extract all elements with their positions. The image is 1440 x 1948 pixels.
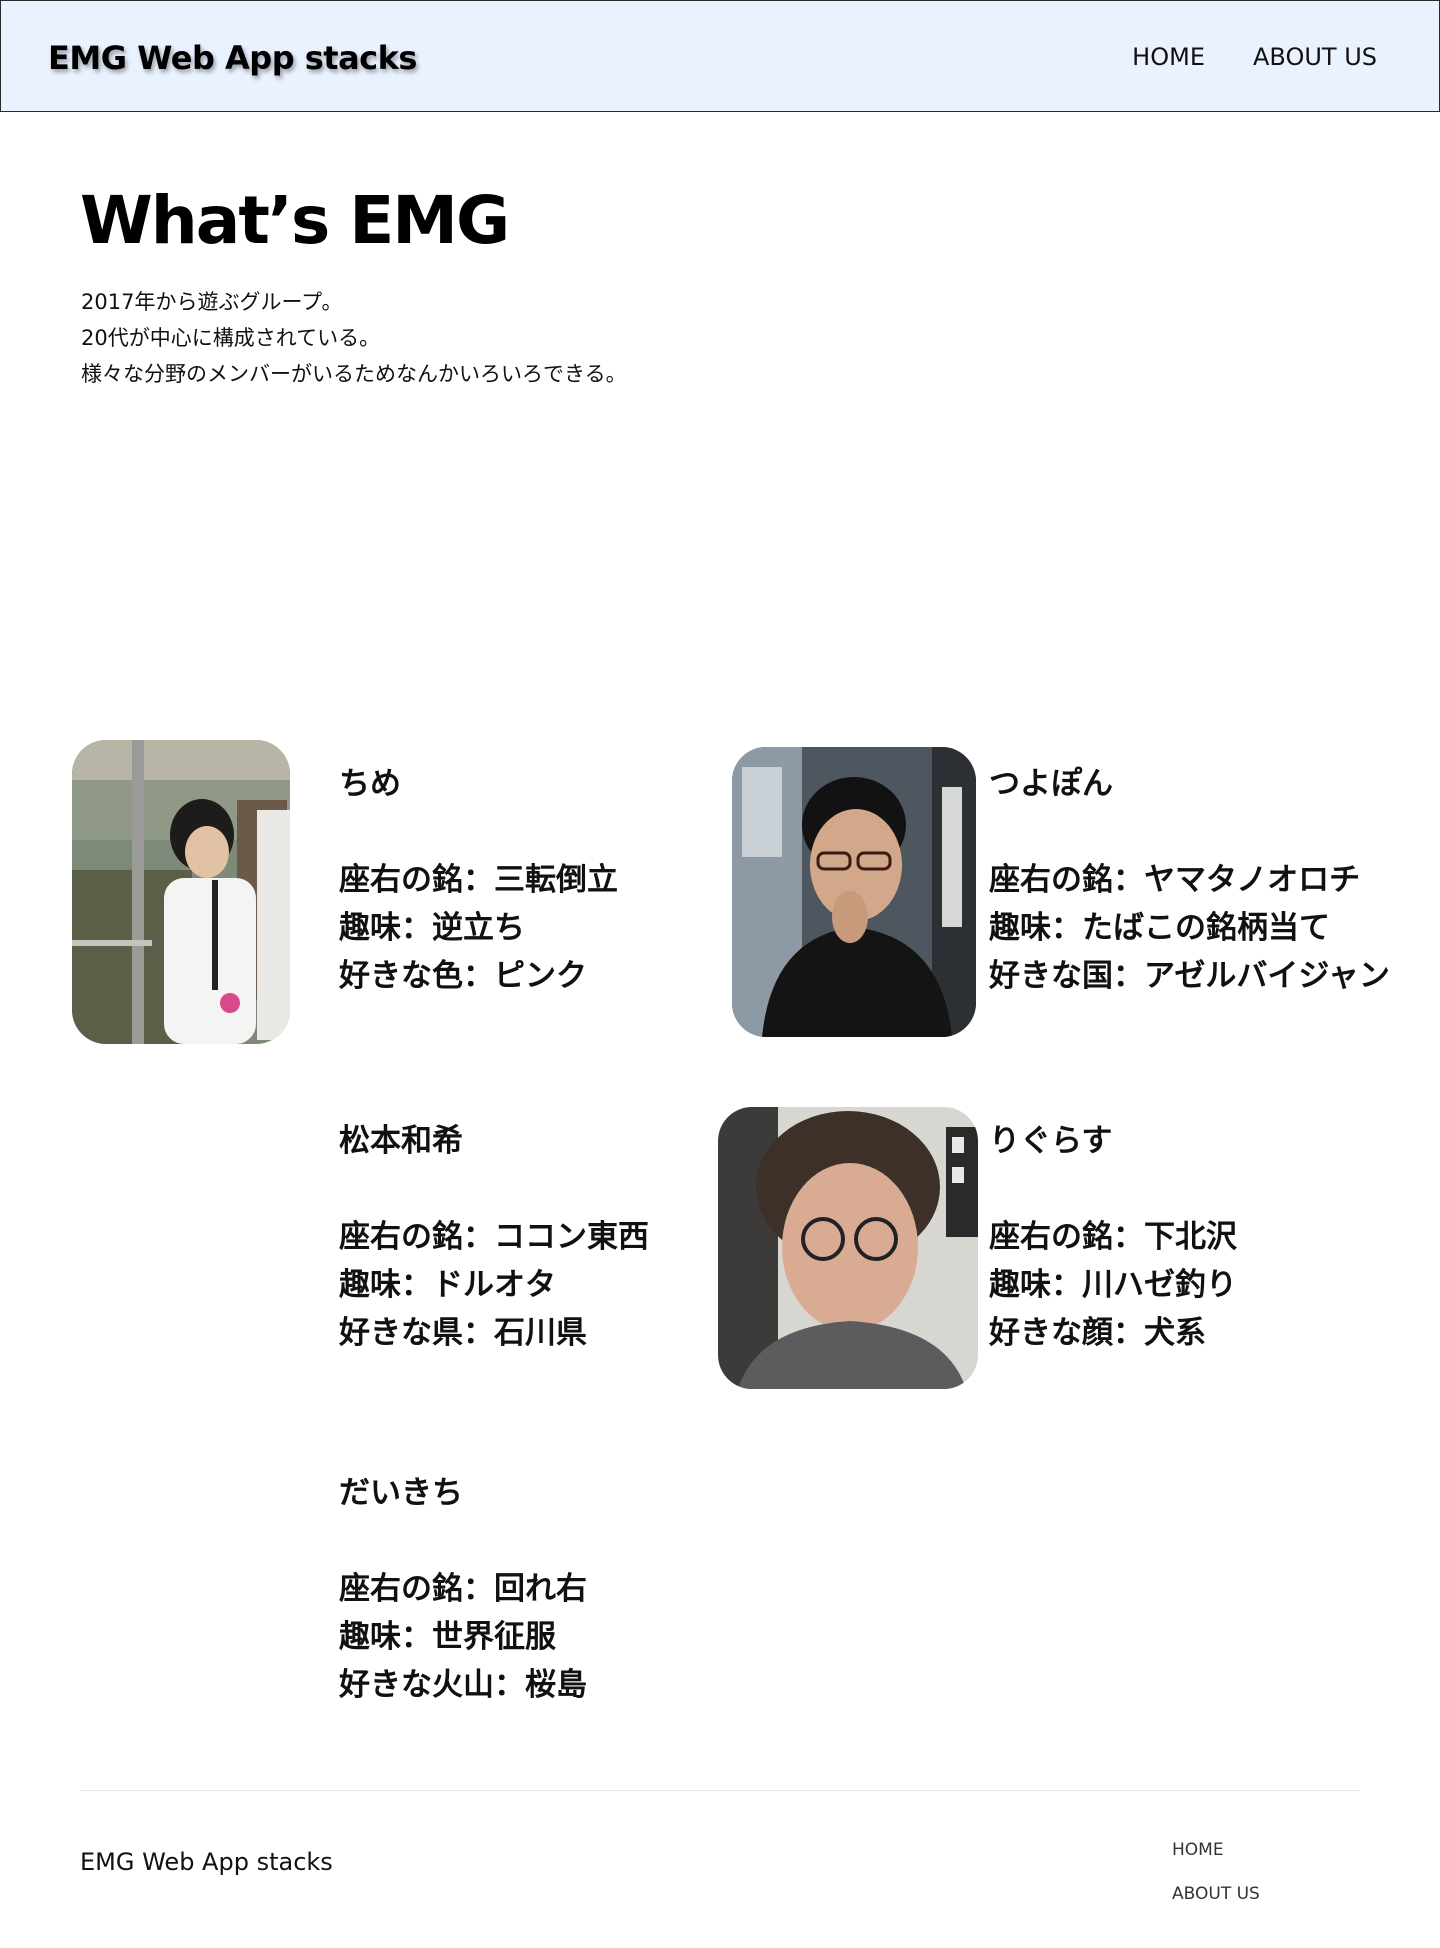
- member-photo-chime: [72, 740, 290, 1044]
- member-name: ちめ: [339, 766, 401, 802]
- nav-home-link[interactable]: HOME: [1132, 43, 1205, 71]
- member-card-matsumoto: 松本和希 座右の銘：ココン東西 趣味：ドルオタ 好きな県：石川県: [339, 1117, 649, 1357]
- member-favorite: 好きな火山：桜島: [339, 1667, 587, 1703]
- member-motto: 座右の銘：三転倒立: [339, 862, 618, 898]
- header-nav: HOME ABOUT US: [1132, 43, 1377, 71]
- site-brand[interactable]: EMG Web App stacks: [48, 39, 417, 77]
- member-photo-tsuyopon: [732, 747, 976, 1037]
- member-name: つよぽん: [989, 766, 1113, 802]
- page-title: What’s EMG: [80, 182, 510, 259]
- member-favorite: 好きな色：ピンク: [339, 958, 587, 994]
- member-card-tsuyopon: つよぽん 座右の銘：ヤマタノオロチ 趣味：たばこの銘柄当て 好きな国：アゼルバイ…: [989, 760, 1390, 1000]
- member-card-daikichi: だいきち 座右の銘：回れ右 趣味：世界征服 好きな火山：桜島: [339, 1469, 587, 1709]
- member-card-rigurasu: りぐらす 座右の銘：下北沢 趣味：川ハゼ釣り 好きな顔：犬系: [989, 1117, 1237, 1357]
- footer-brand[interactable]: EMG Web App stacks: [80, 1848, 333, 1876]
- site-header: EMG Web App stacks HOME ABOUT US: [0, 0, 1440, 112]
- member-name: りぐらす: [989, 1123, 1113, 1159]
- nav-about-us-link[interactable]: ABOUT US: [1253, 43, 1377, 71]
- member-favorite: 好きな県：石川県: [339, 1315, 587, 1351]
- footer-about-us-link[interactable]: ABOUT US: [1172, 1884, 1260, 1904]
- member-name: だいきち: [339, 1475, 463, 1511]
- intro-text: 2017年から遊ぶグループ。 20代が中心に構成されている。 様々な分野のメンバ…: [81, 284, 627, 392]
- intro-line: 2017年から遊ぶグループ。: [81, 290, 343, 314]
- member-hobby: 趣味：川ハゼ釣り: [989, 1267, 1237, 1303]
- member-hobby: 趣味：ドルオタ: [339, 1267, 556, 1303]
- member-card-chime: ちめ 座右の銘：三転倒立 趣味：逆立ち 好きな色：ピンク: [339, 760, 618, 1000]
- footer-divider: [80, 1790, 1360, 1791]
- member-photo-rigurasu: [718, 1107, 978, 1389]
- member-motto: 座右の銘：回れ右: [339, 1571, 587, 1607]
- footer-home-link[interactable]: HOME: [1172, 1840, 1260, 1860]
- intro-line: 20代が中心に構成されている。: [81, 326, 381, 350]
- member-favorite: 好きな顔：犬系: [989, 1315, 1206, 1351]
- member-motto: 座右の銘：ヤマタノオロチ: [989, 862, 1361, 898]
- member-motto: 座右の銘：ココン東西: [339, 1219, 649, 1255]
- member-hobby: 趣味：世界征服: [339, 1619, 556, 1655]
- member-hobby: 趣味：逆立ち: [339, 910, 525, 946]
- member-hobby: 趣味：たばこの銘柄当て: [989, 910, 1330, 946]
- intro-line: 様々な分野のメンバーがいるためなんかいろいろできる。: [81, 362, 627, 386]
- member-name: 松本和希: [339, 1123, 463, 1159]
- member-favorite: 好きな国：アゼルバイジャン: [989, 958, 1390, 994]
- member-motto: 座右の銘：下北沢: [989, 1219, 1237, 1255]
- footer-nav: HOME ABOUT US: [1172, 1840, 1260, 1904]
